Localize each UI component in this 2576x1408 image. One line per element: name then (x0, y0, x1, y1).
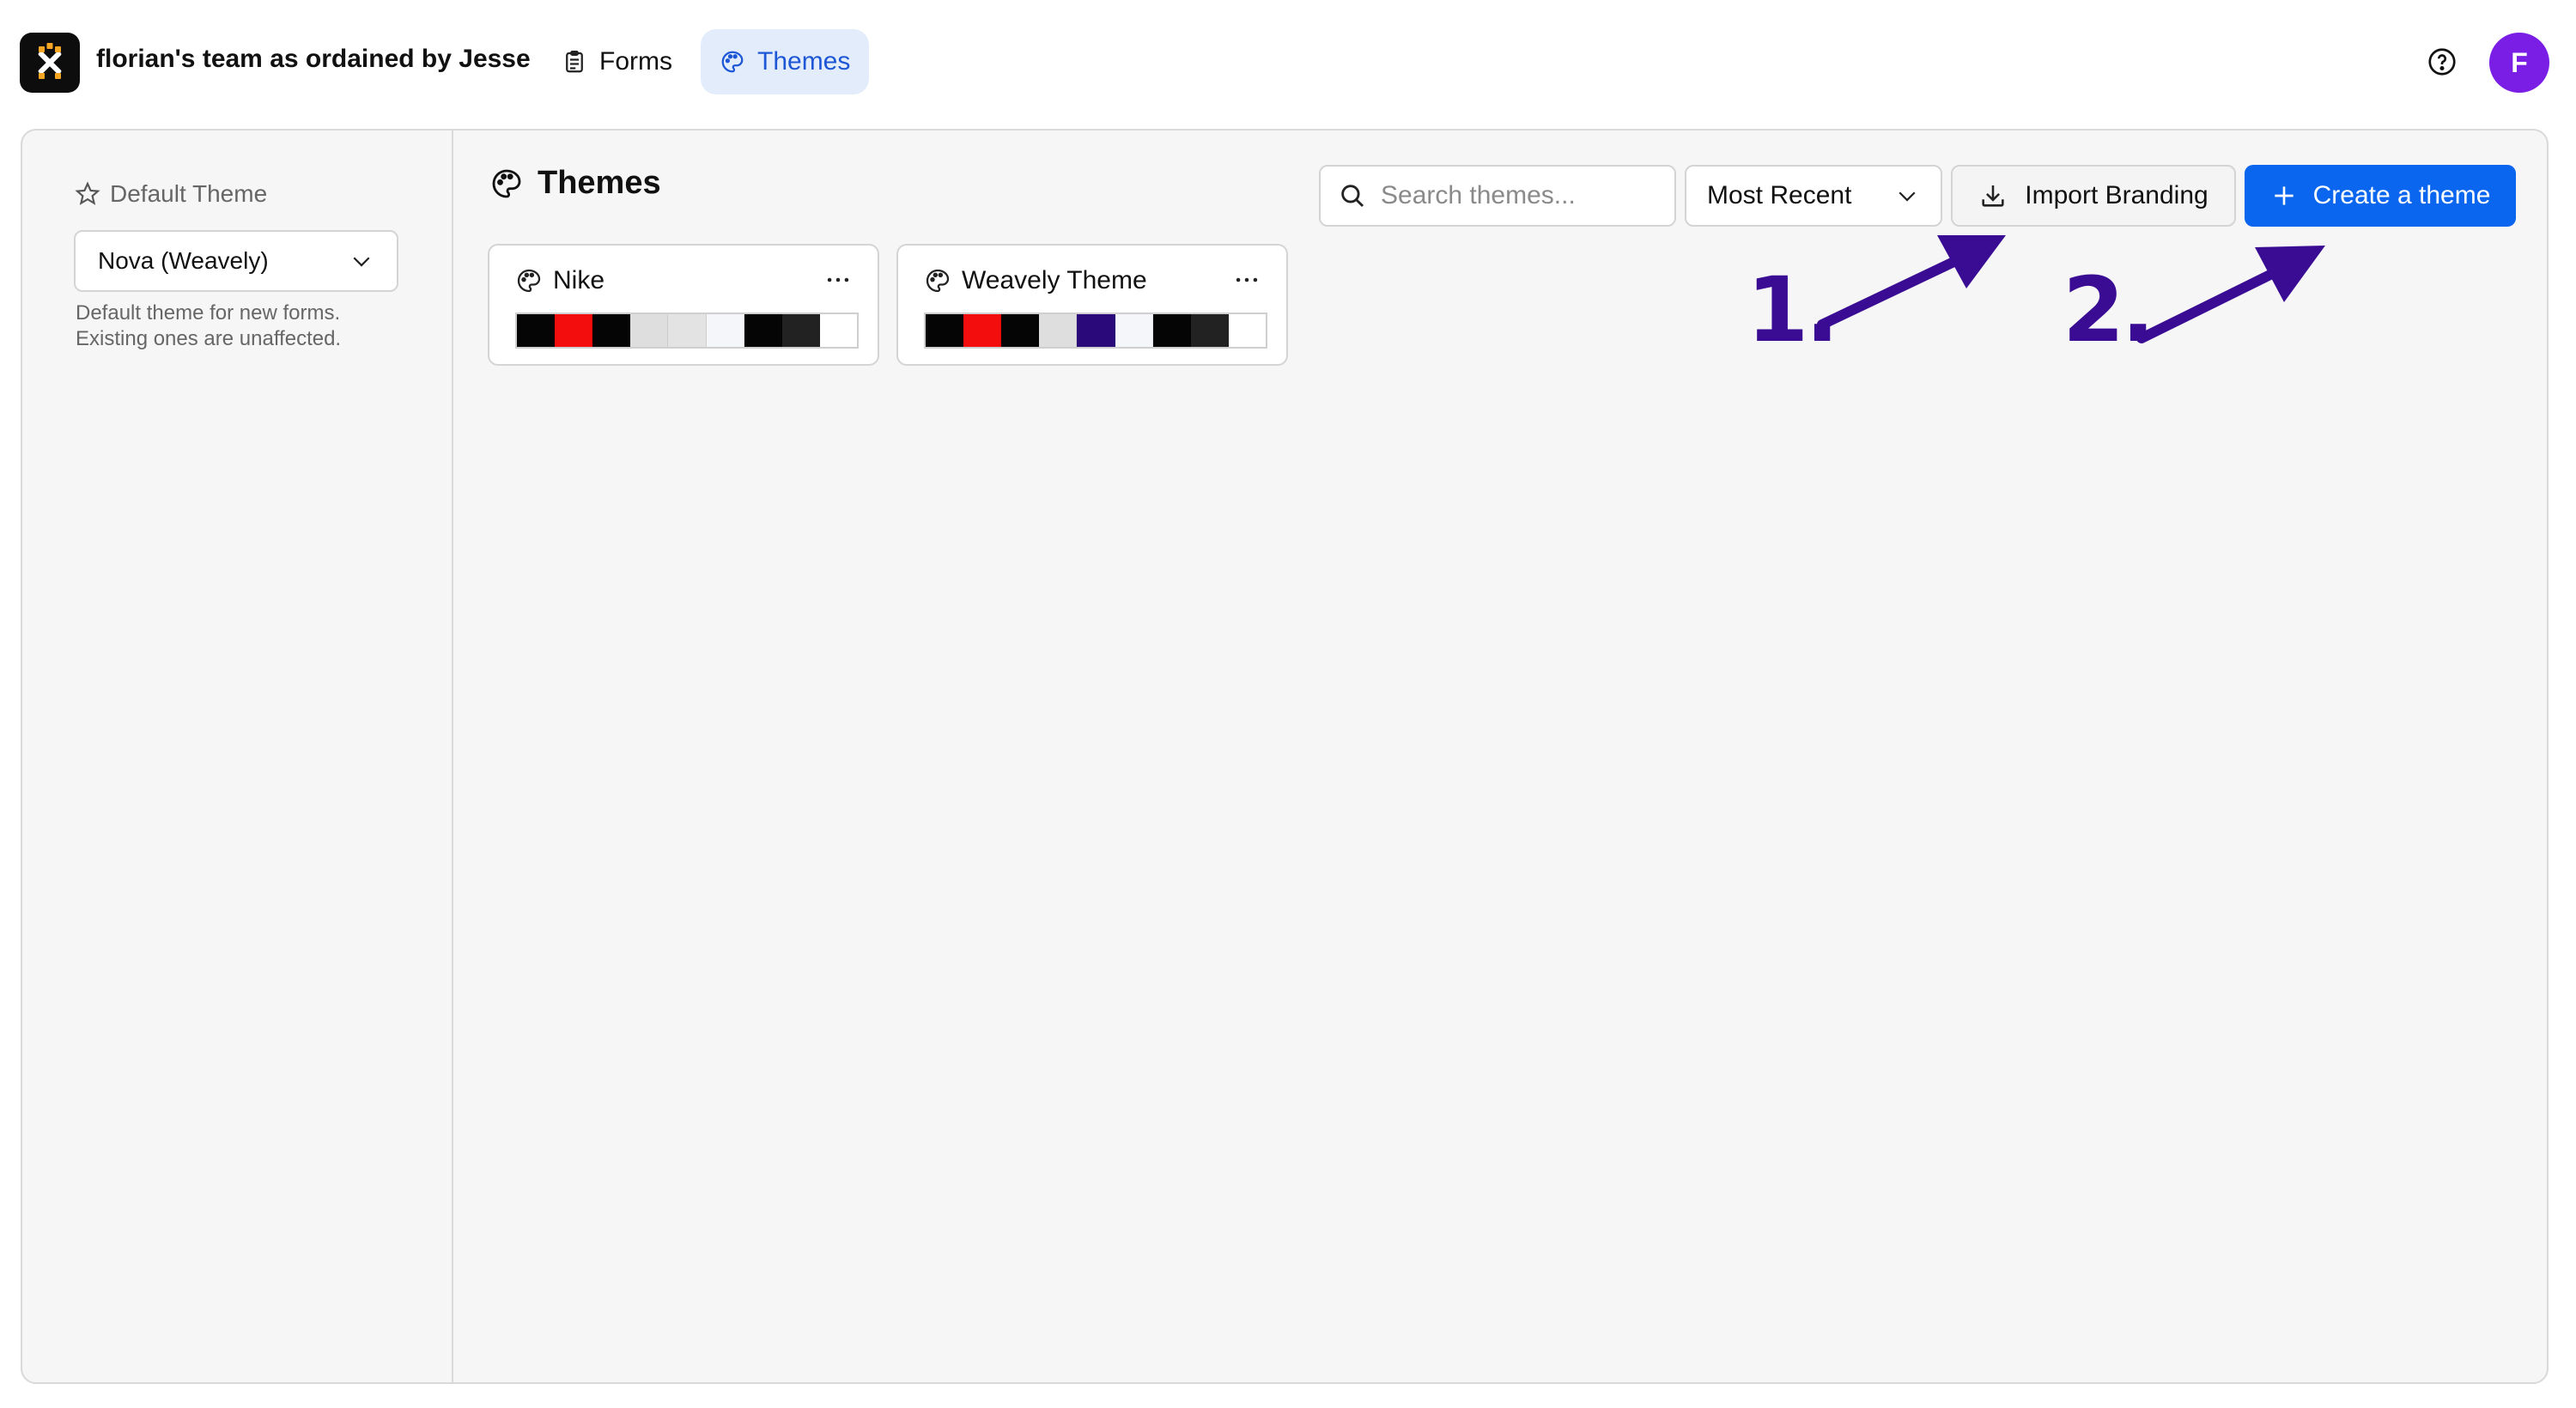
color-swatch (1115, 314, 1153, 347)
default-theme-help-line2: Existing ones are unaffected. (76, 327, 342, 350)
chevron-down-icon (1899, 191, 1916, 202)
chevron-down-icon (353, 257, 370, 267)
annotation-step-2: 2. (2063, 258, 2155, 362)
more-options-button[interactable] (821, 264, 855, 295)
star-icon (75, 181, 100, 205)
theme-card-nike[interactable]: Nike (488, 244, 879, 366)
search-input[interactable] (1381, 181, 1656, 210)
logo-mark-icon (38, 43, 62, 79)
search-themes[interactable] (1319, 165, 1676, 227)
app-logo-icon[interactable] (20, 33, 80, 93)
download-icon (1982, 185, 2004, 207)
color-swatch (926, 314, 964, 347)
theme-card-header: Weavely Theme (924, 266, 1147, 295)
color-swatch (1190, 314, 1229, 347)
color-swatch (668, 314, 707, 347)
more-options-button[interactable] (1230, 264, 1264, 295)
theme-card-header: Nike (515, 266, 605, 295)
color-swatch (1077, 314, 1115, 347)
nav-tab-forms[interactable]: Forms (543, 29, 691, 94)
color-swatch (630, 314, 669, 347)
search-icon (1341, 185, 1364, 208)
ellipsis-icon (1236, 277, 1258, 282)
palette-icon (926, 269, 950, 293)
default-theme-help-line1: Default theme for new forms. (76, 301, 341, 325)
sort-value: Most Recent (1707, 181, 1852, 209)
theme-card-name: Weavely Theme (962, 266, 1147, 294)
main-panel: Default Theme Nova (Weavely) Default the… (21, 129, 2549, 1384)
theme-card-weavely[interactable]: Weavely Theme (896, 244, 1288, 366)
color-swatch (592, 314, 631, 347)
color-swatch (963, 314, 1002, 347)
sidebar: Default Theme Nova (Weavely) Default the… (22, 130, 453, 1382)
color-swatch (1228, 314, 1266, 347)
color-swatch (555, 314, 593, 347)
palette-icon (492, 169, 521, 197)
plus-icon (2274, 186, 2293, 205)
color-swatch (1001, 314, 1040, 347)
color-swatch (781, 314, 820, 347)
palette-icon (517, 269, 541, 293)
color-swatch (1039, 314, 1078, 347)
annotation-step-1: 1. (1747, 258, 1839, 362)
import-branding-label: Import Branding (2025, 181, 2208, 209)
page-title-text: Themes (538, 165, 661, 201)
palette-icon (721, 51, 744, 73)
sort-select[interactable]: Most Recent (1685, 165, 1942, 227)
default-theme-help: Default theme for new forms. Existing on… (76, 300, 436, 352)
create-theme-button[interactable]: Create a theme (2245, 165, 2516, 227)
user-avatar[interactable]: F (2489, 33, 2549, 93)
nav-tab-forms-label: Forms (599, 47, 672, 76)
color-swatch (819, 314, 857, 347)
default-theme-value: Nova (Weavely) (98, 247, 269, 274)
team-name[interactable]: florian's team as ordained by Jesse (96, 45, 531, 74)
color-swatch (744, 314, 782, 347)
color-swatches (924, 313, 1267, 349)
theme-card-name: Nike (553, 266, 605, 294)
nav-tab-themes[interactable]: Themes (701, 29, 870, 94)
color-swatch (517, 314, 556, 347)
ellipsis-icon (827, 277, 849, 282)
nav-tab-themes-label: Themes (757, 47, 851, 76)
default-theme-label-text: Default Theme (110, 180, 268, 207)
color-swatches (515, 313, 859, 349)
clipboard-icon (566, 51, 583, 73)
themes-content: Themes Most Recent Import Branding (453, 130, 2547, 1382)
create-theme-label: Create a theme (2312, 181, 2491, 209)
color-swatch (706, 314, 744, 347)
color-swatch (1152, 314, 1191, 347)
page-title: Themes (489, 165, 661, 202)
help-icon[interactable] (2427, 46, 2458, 77)
import-branding-button[interactable]: Import Branding (1951, 165, 2236, 227)
default-theme-label: Default Theme (74, 180, 267, 208)
default-theme-select[interactable]: Nova (Weavely) (74, 230, 398, 292)
top-bar: florian's team as ordained by Jesse Form… (0, 0, 2576, 125)
